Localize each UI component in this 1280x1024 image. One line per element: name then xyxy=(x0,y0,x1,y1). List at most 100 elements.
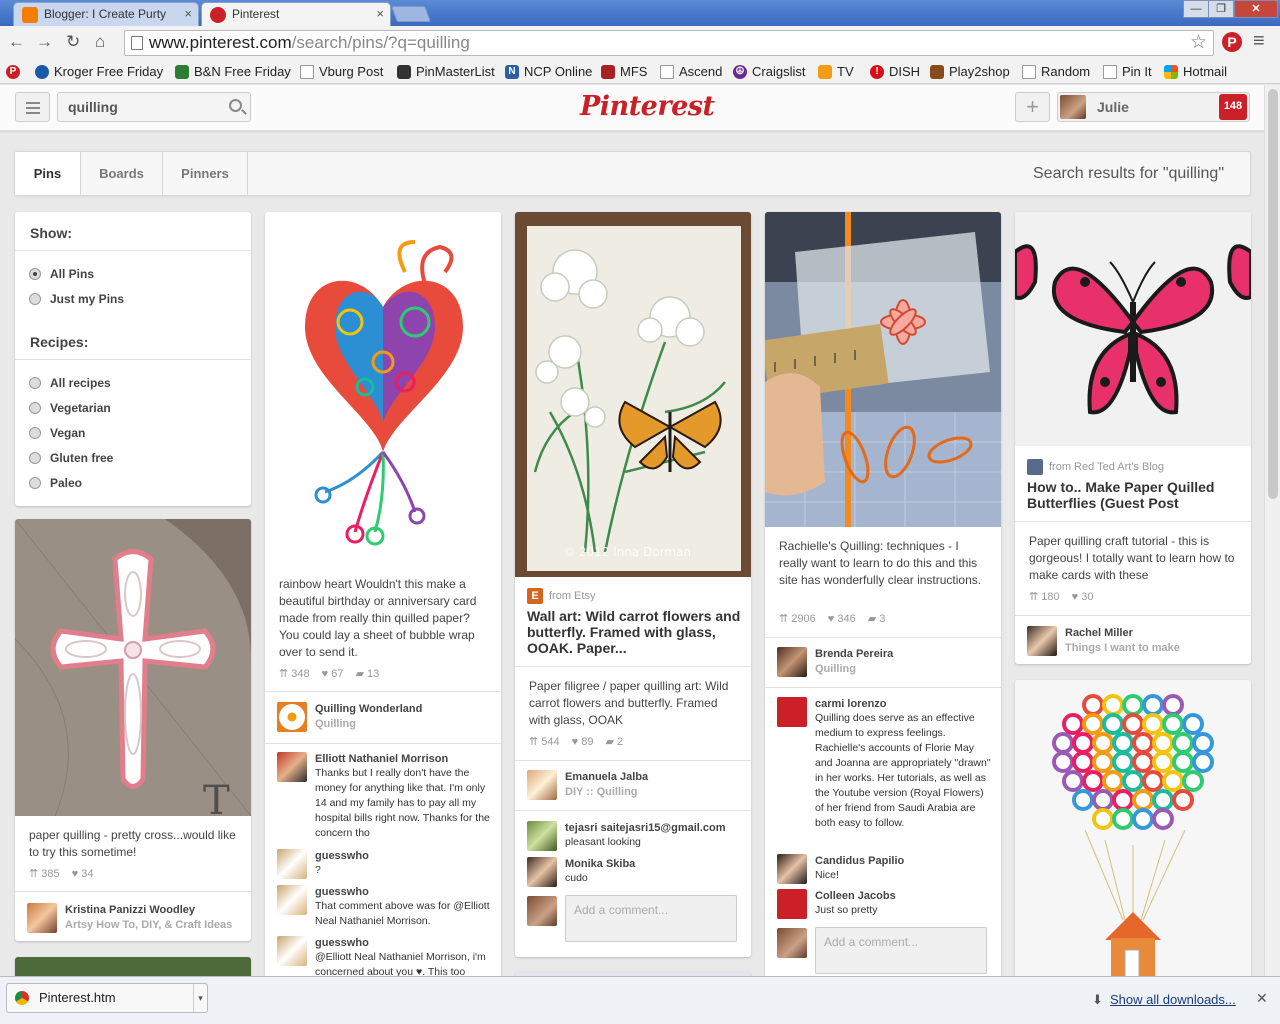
pinner-name[interactable]: Kristina Panizzi Woodley xyxy=(65,903,232,918)
pinner-credit[interactable]: Quilling Wonderland Quilling xyxy=(277,702,422,734)
bookmark-craigslist[interactable]: ☮ Craigslist xyxy=(733,63,805,81)
bookmark-star-icon[interactable]: ☆ xyxy=(1190,31,1207,55)
comment-author[interactable]: guesswho xyxy=(315,849,493,863)
tab-pinterest[interactable]: Pinterest × xyxy=(201,2,391,26)
notification-badge[interactable]: 148 xyxy=(1219,94,1247,120)
pinner-credit[interactable]: Kristina Panizzi Woodley Artsy How To, D… xyxy=(27,903,232,935)
radio-vegan[interactable]: Vegan xyxy=(29,426,85,440)
pinner-name[interactable]: Rachel Miller xyxy=(1065,626,1180,641)
radio-vegetarian[interactable]: Vegetarian xyxy=(29,401,111,415)
tab-blogger[interactable]: Blogger: I Create Purty × xyxy=(13,2,199,26)
bookmark-label: MFS xyxy=(620,64,648,79)
pin-source[interactable]: from Red Ted Art's Blog xyxy=(1027,459,1164,475)
pinner-name[interactable]: Emanuela Jalba xyxy=(565,770,648,785)
maximize-button[interactable]: ❐ xyxy=(1208,0,1234,18)
pin-image-quilled-butterflies[interactable] xyxy=(1015,212,1251,446)
bookmark-pinit[interactable]: Pin It xyxy=(1103,63,1152,81)
bookmark-hotmail[interactable]: Hotmail xyxy=(1164,63,1227,81)
address-bar[interactable]: www.pinterest.com/search/pins/?q=quillin… xyxy=(124,30,1214,56)
home-icon[interactable]: ⌂ xyxy=(95,32,105,52)
pin-card[interactable]: T paper quilling - pretty cross...would … xyxy=(15,519,251,941)
pin-image-quilling-ruler[interactable] xyxy=(765,212,1001,527)
comment-author[interactable]: guesswho xyxy=(315,885,493,899)
forward-icon[interactable]: → xyxy=(36,32,53,52)
comment-author[interactable]: carmi lorenzo xyxy=(815,697,993,711)
comment-author[interactable]: Candidus Papilio xyxy=(815,854,993,868)
pin-card[interactable]: Rachielle's Quilling: techniques - I rea… xyxy=(765,212,1001,992)
pin-card[interactable]: © 2012 Inna Dorman E from Etsy Wall art:… xyxy=(515,212,751,957)
pin-image-quilled-cross[interactable]: T xyxy=(15,519,251,816)
pinner-credit[interactable]: Brenda Pereira Quilling xyxy=(777,647,893,679)
add-comment-input[interactable]: Add a comment... xyxy=(565,895,737,942)
pin-image-wild-carrot-flowers[interactable]: © 2012 Inna Dorman xyxy=(515,212,751,577)
radio-paleo[interactable]: Paleo xyxy=(29,476,82,490)
bookmark-bn[interactable]: B&N Free Friday xyxy=(175,63,291,81)
pin-image-rainbow-heart[interactable] xyxy=(265,212,501,566)
bookmark-play2shop[interactable]: Play2shop xyxy=(930,63,1010,81)
default-avatar-pin-icon xyxy=(777,889,807,919)
pinner-name[interactable]: Brenda Pereira xyxy=(815,647,893,662)
bookmark-random[interactable]: Random xyxy=(1022,63,1090,81)
bookmark-kroger[interactable]: Kroger Free Friday xyxy=(35,63,163,81)
comment-author[interactable]: Elliott Nathaniel Morrison xyxy=(315,752,493,766)
board-name[interactable]: DIY :: Quilling xyxy=(565,785,648,800)
search-input[interactable]: quilling xyxy=(57,92,251,122)
bookmark-pinterest[interactable]: P xyxy=(6,63,20,81)
pin-card[interactable]: rainbow heart Wouldn't this make a beaut… xyxy=(265,212,501,992)
add-comment-input[interactable]: Add a comment... xyxy=(815,927,987,974)
tab-pinners[interactable]: Pinners xyxy=(163,152,248,195)
new-tab-button[interactable] xyxy=(391,6,431,22)
window-close-button[interactable]: ✕ xyxy=(1234,0,1278,18)
pinner-credit[interactable]: Emanuela Jalba DIY :: Quilling xyxy=(527,770,648,802)
radio-all-recipes[interactable]: All recipes xyxy=(29,376,111,390)
pin-card[interactable]: from Red Ted Art's Blog How to.. Make Pa… xyxy=(1015,212,1251,664)
menu-button[interactable] xyxy=(15,92,50,122)
radio-all-pins[interactable]: All Pins xyxy=(29,267,94,281)
bookmark-dish[interactable]: ! DISH xyxy=(870,63,920,81)
divider xyxy=(515,666,751,667)
comment-text: Quilling does serve as an effective medi… xyxy=(815,712,991,829)
pin-title[interactable]: Wall art: Wild carrot flowers and butter… xyxy=(527,608,741,656)
show-all-downloads-link[interactable]: Show all downloads... xyxy=(1110,992,1236,1007)
pin-card[interactable] xyxy=(1015,680,1251,992)
back-icon[interactable]: ← xyxy=(8,32,25,52)
close-icon[interactable]: ✕ xyxy=(1256,990,1268,1007)
pin-image-quilled-balloon-house[interactable] xyxy=(1015,680,1251,992)
download-item[interactable]: Pinterest.htm ▾ xyxy=(6,983,208,1013)
radio-just-my-pins[interactable]: Just my Pins xyxy=(29,292,124,306)
add-pin-button[interactable]: + xyxy=(1015,92,1050,122)
comment-author[interactable]: tejasri saitejasri15@gmail.com xyxy=(565,821,743,835)
search-icon[interactable] xyxy=(229,99,242,112)
close-tab-icon[interactable]: × xyxy=(184,3,192,25)
bookmark-vburg[interactable]: Vburg Post xyxy=(300,63,383,81)
bookmark-ascend[interactable]: Ascend xyxy=(660,63,722,81)
bookmark-mfs[interactable]: MFS xyxy=(601,63,647,81)
comment-author[interactable]: Monika Skiba xyxy=(565,857,743,871)
board-name[interactable]: Quilling xyxy=(315,717,422,732)
minimize-button[interactable]: — xyxy=(1183,0,1209,18)
pinner-name[interactable]: Quilling Wonderland xyxy=(315,702,422,717)
bookmark-label: DISH xyxy=(889,64,921,79)
chrome-menu-icon[interactable]: ≡ xyxy=(1253,31,1265,51)
bookmark-ncp[interactable]: N NCP Online xyxy=(505,63,592,81)
bookmark-pinmasterlist[interactable]: PinMasterList xyxy=(397,63,495,81)
board-name[interactable]: Things I want to make xyxy=(1065,641,1180,656)
pinterest-logo[interactable]: Pinterest xyxy=(580,91,715,122)
reload-icon[interactable]: ↻ xyxy=(66,32,80,52)
radio-gluten-free[interactable]: Gluten free xyxy=(29,451,113,465)
scrollbar-thumb[interactable] xyxy=(1268,89,1278,499)
tab-pins[interactable]: Pins xyxy=(15,152,81,195)
bookmark-tv[interactable]: TV xyxy=(818,63,854,81)
comment-author[interactable]: Colleen Jacobs xyxy=(815,889,993,903)
close-tab-icon[interactable]: × xyxy=(376,3,384,25)
board-name[interactable]: Artsy How To, DIY, & Craft Ideas xyxy=(65,918,232,933)
board-name[interactable]: Quilling xyxy=(815,662,893,677)
pin-title[interactable]: How to.. Make Paper Quilled Butterflies … xyxy=(1027,479,1241,511)
pinner-credit[interactable]: Rachel Miller Things I want to make xyxy=(1027,626,1180,658)
tab-boards[interactable]: Boards xyxy=(81,152,163,195)
comment-author[interactable]: guesswho xyxy=(315,936,493,950)
pin-source[interactable]: E from Etsy xyxy=(527,588,595,604)
chevron-down-icon[interactable]: ▾ xyxy=(193,984,207,1012)
page-scrollbar[interactable] xyxy=(1264,85,1280,976)
pinterest-extension-icon[interactable]: P xyxy=(1222,32,1242,52)
